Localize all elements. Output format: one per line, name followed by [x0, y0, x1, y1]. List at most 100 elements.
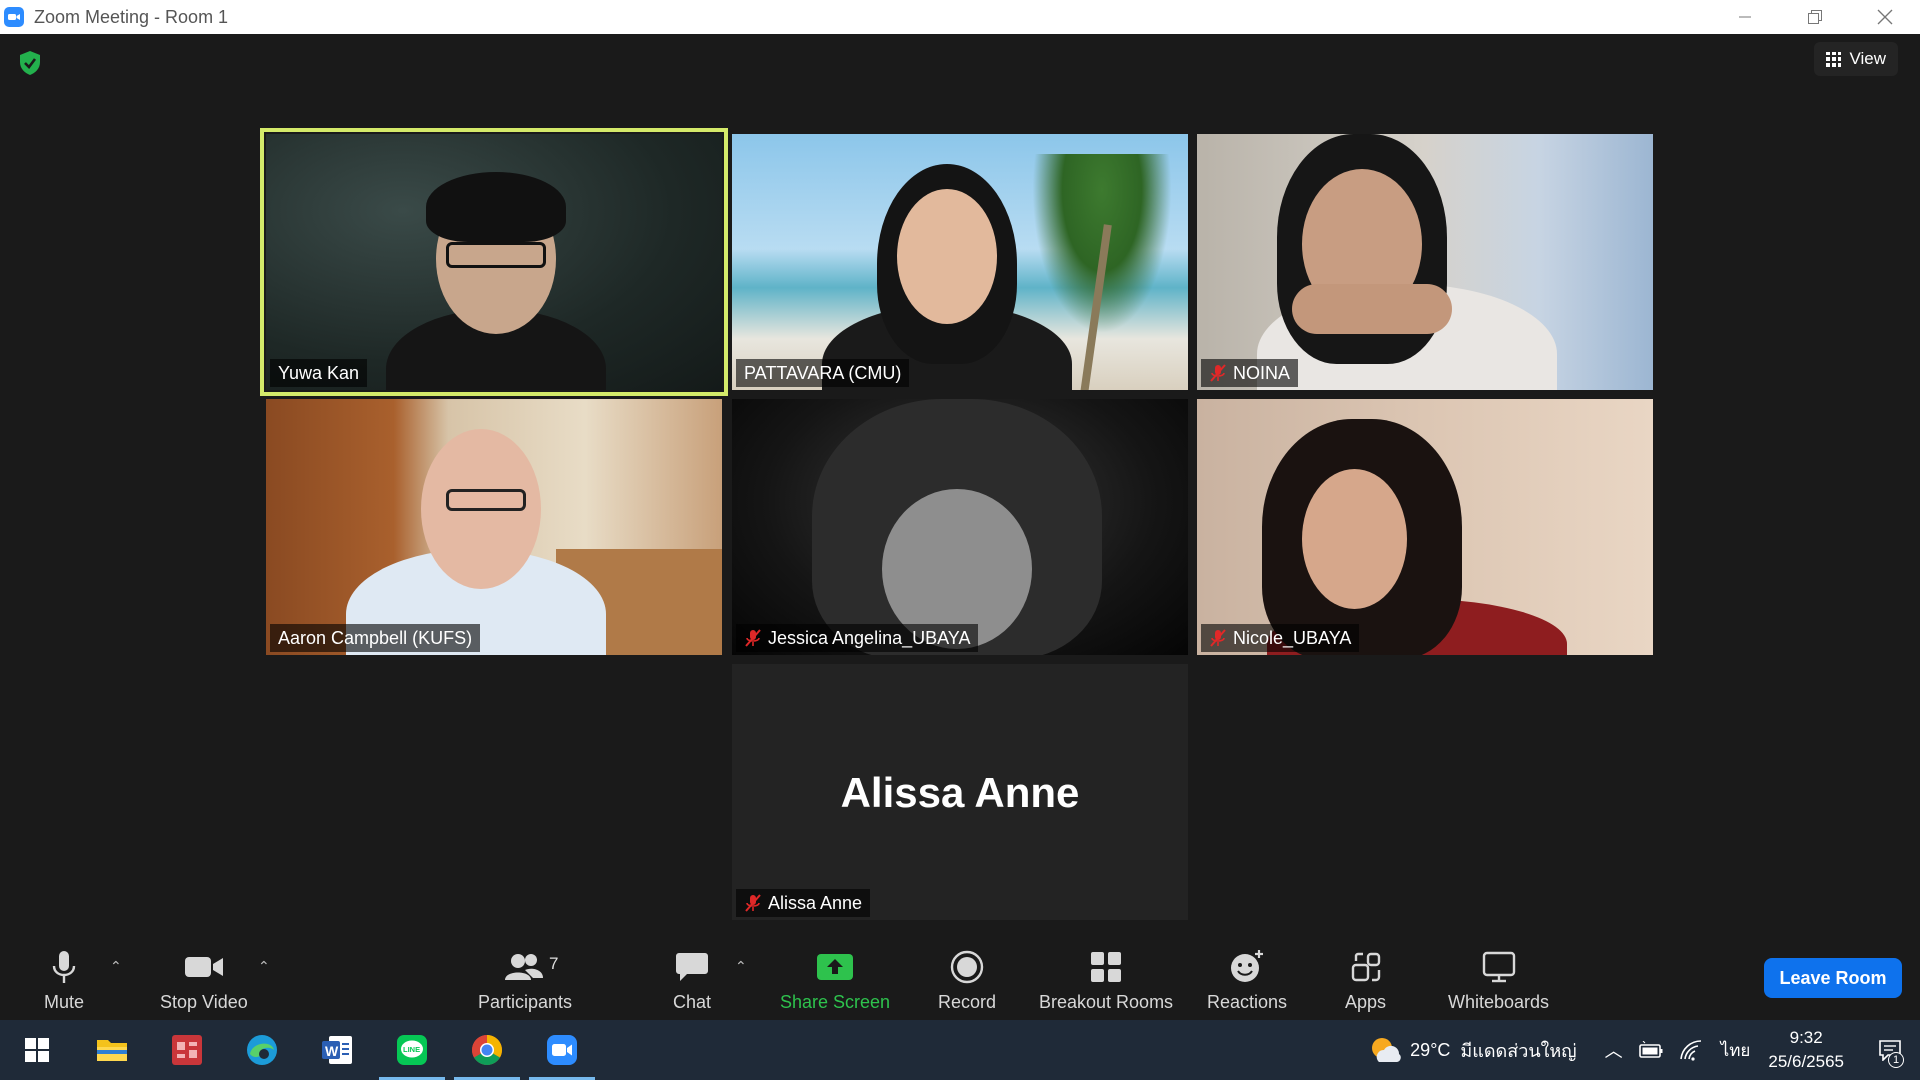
title-bar: Zoom Meeting - Room 1: [0, 0, 1920, 34]
clock-date: 25/6/2565: [1768, 1052, 1844, 1071]
participants-label: Participants: [478, 992, 573, 1012]
file-explorer-icon: [97, 1040, 127, 1061]
participant-display-name: Alissa Anne: [840, 769, 1080, 816]
record-label: Record: [938, 992, 997, 1012]
participant-video: [266, 134, 722, 390]
participant-name: PATTAVARA (CMU): [744, 362, 902, 383]
input-language[interactable]: ไทย: [1721, 1037, 1751, 1064]
meeting-area: View Yuwa Kan PATTAVARA (CMU) NOINA Aaro…: [0, 34, 1920, 940]
participant-video: [1197, 134, 1653, 390]
apps-button[interactable]: Apps: [1345, 948, 1386, 1013]
participant-name-tag: Jessica Angelina_UBAYA: [736, 624, 979, 652]
participant-video: [1197, 399, 1653, 655]
windows-taskbar: W LINE 29°C มีแดดส่วนใหญ่ ︿ ไทย 9:32 25/…: [0, 1020, 1920, 1080]
taskbar-app-red[interactable]: [150, 1020, 224, 1080]
record-icon: [950, 950, 984, 984]
chrome-browser-icon: [471, 1035, 503, 1066]
show-hidden-icons-chevron-icon[interactable]: ︿: [1605, 1037, 1623, 1063]
breakout-rooms-icon: [1091, 952, 1122, 982]
participant-name: Jessica Angelina_UBAYA: [768, 627, 971, 648]
weather-temp[interactable]: 29°C: [1410, 1040, 1450, 1061]
taskbar-file-explorer[interactable]: [75, 1020, 149, 1080]
svg-text:W: W: [325, 1043, 339, 1059]
encryption-shield-icon[interactable]: [18, 50, 42, 76]
weather-sun-cloud-icon[interactable]: [1368, 1035, 1402, 1065]
stop-video-label: Stop Video: [160, 992, 248, 1012]
stop-video-button[interactable]: Stop Video: [160, 948, 248, 1013]
system-tray: 29°C มีแดดส่วนใหญ่ ︿ ไทย 9:32 25/6/2565 …: [1368, 1020, 1920, 1080]
participants-icon: [505, 954, 544, 980]
audio-options-chevron-icon[interactable]: ⌃: [110, 958, 122, 975]
participant-video: [732, 134, 1188, 390]
line-messenger-icon: LINE: [397, 1035, 427, 1065]
view-label: View: [1849, 49, 1886, 68]
breakout-rooms-button[interactable]: Breakout Rooms: [1039, 948, 1173, 1013]
taskbar-chrome[interactable]: [450, 1020, 524, 1080]
reactions-smiley-icon: [1231, 950, 1264, 982]
video-tile-noina[interactable]: NOINA: [1197, 134, 1653, 390]
taskbar-edge[interactable]: [225, 1020, 299, 1080]
chat-button[interactable]: Chat: [673, 948, 711, 1013]
close-button[interactable]: [1850, 0, 1920, 34]
svg-text:LINE: LINE: [403, 1045, 420, 1054]
participants-button[interactable]: 7 Participants: [478, 948, 572, 1013]
apps-label: Apps: [1345, 992, 1387, 1012]
view-button[interactable]: View: [1814, 42, 1898, 76]
leave-room-button[interactable]: Leave Room: [1764, 958, 1902, 998]
participant-name: Alissa Anne: [768, 892, 863, 913]
window-title: Zoom Meeting - Room 1: [34, 6, 229, 27]
clock-time: 9:32: [1789, 1028, 1823, 1047]
minimize-button[interactable]: [1710, 0, 1780, 34]
share-screen-button[interactable]: Share Screen: [780, 948, 890, 1013]
participant-name-tag: Nicole_UBAYA: [1201, 624, 1360, 652]
participant-name-tag: Aaron Campbell (KUFS): [270, 624, 481, 652]
chat-options-chevron-icon[interactable]: ⌃: [735, 958, 747, 975]
whiteboard-icon: [1482, 951, 1515, 983]
video-options-chevron-icon[interactable]: ⌃: [258, 958, 270, 975]
participant-name-tag: Yuwa Kan: [270, 359, 368, 387]
video-tile-jessica-angelina[interactable]: Jessica Angelina_UBAYA: [732, 399, 1188, 655]
whiteboards-button[interactable]: Whiteboards: [1448, 948, 1549, 1013]
chat-label: Chat: [673, 992, 712, 1012]
zoom-app-icon: [4, 7, 24, 27]
muted-mic-icon: [745, 629, 761, 647]
taskbar-zoom[interactable]: [525, 1020, 599, 1080]
chat-bubble-icon: [676, 953, 709, 981]
battery-icon[interactable]: [1638, 1041, 1663, 1059]
taskbar-word[interactable]: W: [300, 1020, 374, 1080]
video-tile-aaron-campbell[interactable]: Aaron Campbell (KUFS): [266, 399, 722, 655]
taskbar-clock[interactable]: 9:32 25/6/2565: [1768, 1026, 1844, 1074]
breakout-rooms-label: Breakout Rooms: [1039, 992, 1174, 1012]
red-app-icon: [172, 1035, 202, 1065]
video-tile-pattavara[interactable]: PATTAVARA (CMU): [732, 134, 1188, 390]
participant-name: NOINA: [1233, 362, 1291, 383]
video-camera-icon: [184, 957, 223, 977]
reactions-label: Reactions: [1207, 992, 1288, 1012]
participant-name: Nicole_UBAYA: [1233, 627, 1352, 648]
muted-mic-icon: [1210, 364, 1226, 382]
muted-mic-icon: [1210, 629, 1226, 647]
grid-icon: [1826, 51, 1842, 67]
wifi-icon[interactable]: [1679, 1039, 1703, 1061]
reactions-button[interactable]: Reactions: [1207, 948, 1287, 1013]
microphone-icon: [52, 951, 76, 983]
video-tile-nicole[interactable]: Nicole_UBAYA: [1197, 399, 1653, 655]
word-icon: W: [322, 1036, 352, 1064]
video-tile-alissa-anne[interactable]: Alissa Anne Alissa Anne: [732, 664, 1188, 920]
weather-location[interactable]: มีแดดส่วนใหญ่: [1460, 1036, 1576, 1065]
start-button[interactable]: [0, 1020, 74, 1080]
mute-button[interactable]: Mute: [44, 948, 84, 1013]
taskbar-line[interactable]: LINE: [375, 1020, 449, 1080]
notification-center-button[interactable]: 1: [1870, 1030, 1910, 1070]
participant-video: [732, 399, 1188, 655]
whiteboards-label: Whiteboards: [1448, 992, 1550, 1012]
windows-logo-icon: [25, 1038, 49, 1062]
apps-icon: [1351, 952, 1380, 982]
video-tile-yuwa-kan[interactable]: Yuwa Kan: [260, 128, 728, 396]
record-button[interactable]: Record: [938, 948, 996, 1013]
notification-count-badge: 1: [1888, 1052, 1904, 1068]
participant-name-tag: NOINA: [1201, 359, 1299, 387]
restore-button[interactable]: [1780, 0, 1850, 34]
share-screen-label: Share Screen: [780, 992, 891, 1012]
participant-video: [266, 399, 722, 655]
